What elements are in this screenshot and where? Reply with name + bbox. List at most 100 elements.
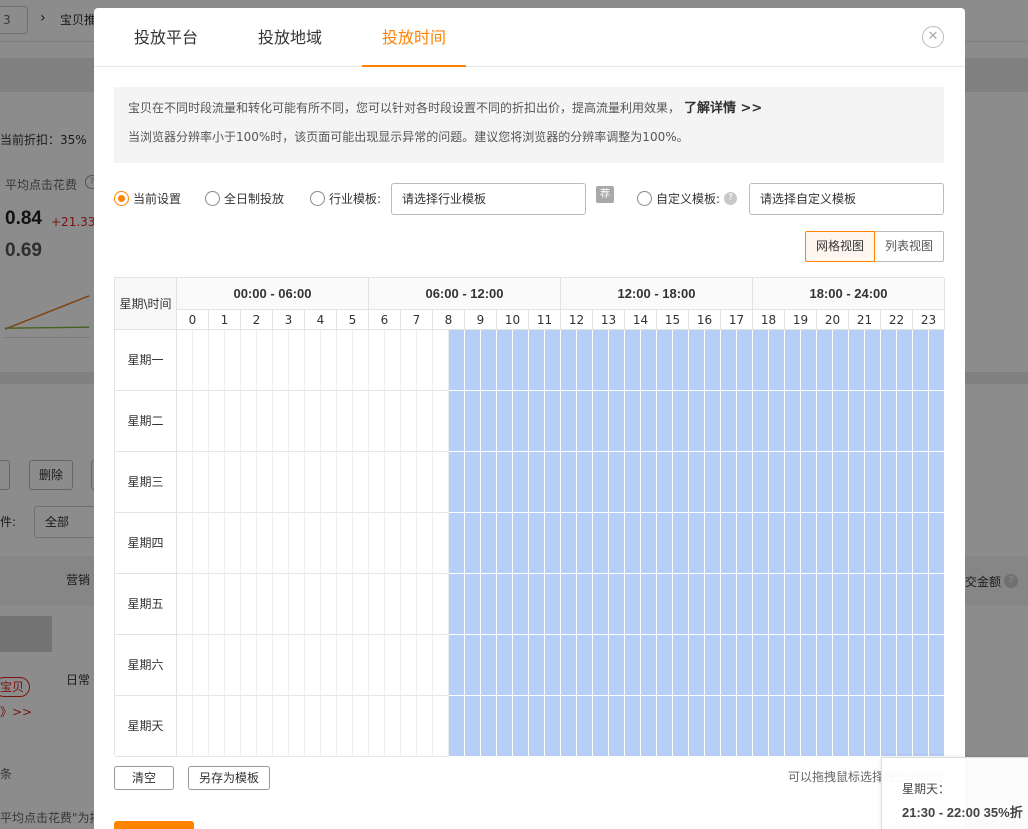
schedule-cell[interactable] — [465, 452, 481, 513]
schedule-cell[interactable] — [241, 513, 257, 574]
schedule-cell[interactable] — [257, 635, 273, 696]
schedule-cell[interactable] — [833, 696, 849, 757]
schedule-cell[interactable] — [241, 391, 257, 452]
schedule-cell[interactable] — [577, 391, 593, 452]
schedule-cell[interactable] — [625, 513, 641, 574]
schedule-cell[interactable] — [673, 391, 689, 452]
schedule-cell[interactable] — [673, 513, 689, 574]
schedule-cell[interactable] — [273, 574, 289, 635]
schedule-cell[interactable] — [721, 391, 737, 452]
schedule-cell[interactable] — [865, 635, 881, 696]
schedule-cell[interactable] — [705, 696, 721, 757]
list-view-button[interactable]: 列表视图 — [875, 231, 945, 262]
schedule-cell[interactable] — [705, 391, 721, 452]
schedule-cell[interactable] — [177, 391, 193, 452]
schedule-cell[interactable] — [305, 452, 321, 513]
schedule-cell[interactable] — [305, 330, 321, 391]
clear-button[interactable]: 清空 — [114, 766, 174, 790]
time-period-header[interactable]: 18:00 - 24:00 — [753, 278, 945, 310]
schedule-cell[interactable] — [529, 635, 545, 696]
schedule-cell[interactable] — [401, 635, 417, 696]
schedule-cell[interactable] — [497, 330, 513, 391]
schedule-cell[interactable] — [913, 635, 929, 696]
schedule-cell[interactable] — [849, 513, 865, 574]
schedule-cell[interactable] — [913, 696, 929, 757]
schedule-cell[interactable] — [385, 696, 401, 757]
schedule-cell[interactable] — [209, 696, 225, 757]
help-icon[interactable]: ? — [724, 191, 738, 205]
schedule-cell[interactable] — [385, 574, 401, 635]
schedule-cell[interactable] — [801, 574, 817, 635]
schedule-cell[interactable] — [641, 574, 657, 635]
hour-header[interactable]: 23 — [913, 310, 945, 330]
schedule-cell[interactable] — [801, 635, 817, 696]
schedule-cell[interactable] — [449, 452, 465, 513]
schedule-cell[interactable] — [561, 696, 577, 757]
schedule-cell[interactable] — [273, 513, 289, 574]
schedule-cell[interactable] — [609, 513, 625, 574]
schedule-cell[interactable] — [769, 391, 785, 452]
schedule-cell[interactable] — [689, 513, 705, 574]
schedule-cell[interactable] — [529, 391, 545, 452]
schedule-cell[interactable] — [753, 391, 769, 452]
schedule-cell[interactable] — [801, 391, 817, 452]
schedule-cell[interactable] — [385, 391, 401, 452]
schedule-cell[interactable] — [865, 452, 881, 513]
schedule-cell[interactable] — [305, 574, 321, 635]
schedule-cell[interactable] — [673, 330, 689, 391]
tab-region[interactable]: 投放地域 — [238, 8, 342, 67]
schedule-cell[interactable] — [801, 696, 817, 757]
schedule-cell[interactable] — [929, 391, 945, 452]
close-icon[interactable]: ✕ — [922, 26, 944, 48]
schedule-cell[interactable] — [513, 635, 529, 696]
schedule-cell[interactable] — [433, 574, 449, 635]
schedule-cell[interactable] — [913, 330, 929, 391]
schedule-cell[interactable] — [625, 635, 641, 696]
radio-custom-template[interactable]: 自定义模板:? — [637, 189, 738, 207]
schedule-cell[interactable] — [289, 452, 305, 513]
schedule-cell[interactable] — [689, 635, 705, 696]
schedule-cell[interactable] — [833, 635, 849, 696]
hour-header[interactable]: 5 — [337, 310, 369, 330]
schedule-cell[interactable] — [433, 330, 449, 391]
schedule-cell[interactable] — [417, 452, 433, 513]
schedule-cell[interactable] — [481, 696, 497, 757]
schedule-cell[interactable] — [529, 330, 545, 391]
schedule-cell[interactable] — [897, 635, 913, 696]
schedule-cell[interactable] — [881, 513, 897, 574]
schedule-cell[interactable] — [689, 452, 705, 513]
hour-header[interactable]: 7 — [401, 310, 433, 330]
schedule-cell[interactable] — [657, 452, 673, 513]
schedule-cell[interactable] — [737, 574, 753, 635]
schedule-cell[interactable] — [657, 330, 673, 391]
schedule-cell[interactable] — [417, 696, 433, 757]
schedule-cell[interactable] — [817, 452, 833, 513]
schedule-cell[interactable] — [353, 452, 369, 513]
schedule-cell[interactable] — [385, 513, 401, 574]
schedule-cell[interactable] — [593, 635, 609, 696]
schedule-cell[interactable] — [801, 513, 817, 574]
schedule-cell[interactable] — [273, 391, 289, 452]
schedule-cell[interactable] — [369, 452, 385, 513]
schedule-cell[interactable] — [913, 452, 929, 513]
schedule-cell[interactable] — [849, 330, 865, 391]
schedule-cell[interactable] — [769, 574, 785, 635]
schedule-cell[interactable] — [241, 452, 257, 513]
schedule-cell[interactable] — [833, 574, 849, 635]
schedule-cell[interactable] — [609, 635, 625, 696]
schedule-cell[interactable] — [209, 452, 225, 513]
schedule-cell[interactable] — [305, 696, 321, 757]
schedule-cell[interactable] — [449, 330, 465, 391]
schedule-cell[interactable] — [321, 635, 337, 696]
schedule-cell[interactable] — [913, 513, 929, 574]
schedule-cell[interactable] — [705, 452, 721, 513]
schedule-cell[interactable] — [209, 574, 225, 635]
schedule-cell[interactable] — [353, 574, 369, 635]
schedule-cell[interactable] — [817, 513, 833, 574]
schedule-cell[interactable] — [369, 696, 385, 757]
schedule-cell[interactable] — [641, 330, 657, 391]
schedule-cell[interactable] — [785, 635, 801, 696]
schedule-cell[interactable] — [177, 452, 193, 513]
schedule-cell[interactable] — [721, 635, 737, 696]
schedule-cell[interactable] — [769, 452, 785, 513]
